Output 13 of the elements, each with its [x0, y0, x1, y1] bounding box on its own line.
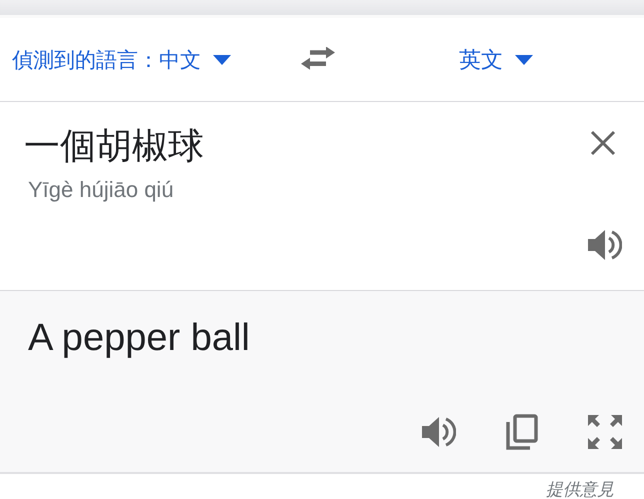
- target-language-selector[interactable]: 英文: [459, 45, 644, 75]
- caret-icon: [213, 55, 231, 65]
- copy-icon[interactable]: [506, 414, 538, 450]
- speaker-icon[interactable]: [422, 416, 456, 448]
- source-text: 一個胡椒球: [24, 125, 204, 169]
- close-icon[interactable]: [590, 130, 616, 156]
- fullscreen-icon[interactable]: [588, 415, 622, 449]
- caret-icon: [515, 55, 533, 65]
- romanization-text: Yīgè hújiāo qiú: [28, 177, 175, 203]
- source-language-selector[interactable]: 偵測到的語言：中文: [12, 46, 288, 74]
- feedback-link[interactable]: 提供意見: [546, 478, 614, 499]
- translation-text: A pepper ball: [28, 317, 251, 360]
- speaker-icon[interactable]: [588, 229, 622, 261]
